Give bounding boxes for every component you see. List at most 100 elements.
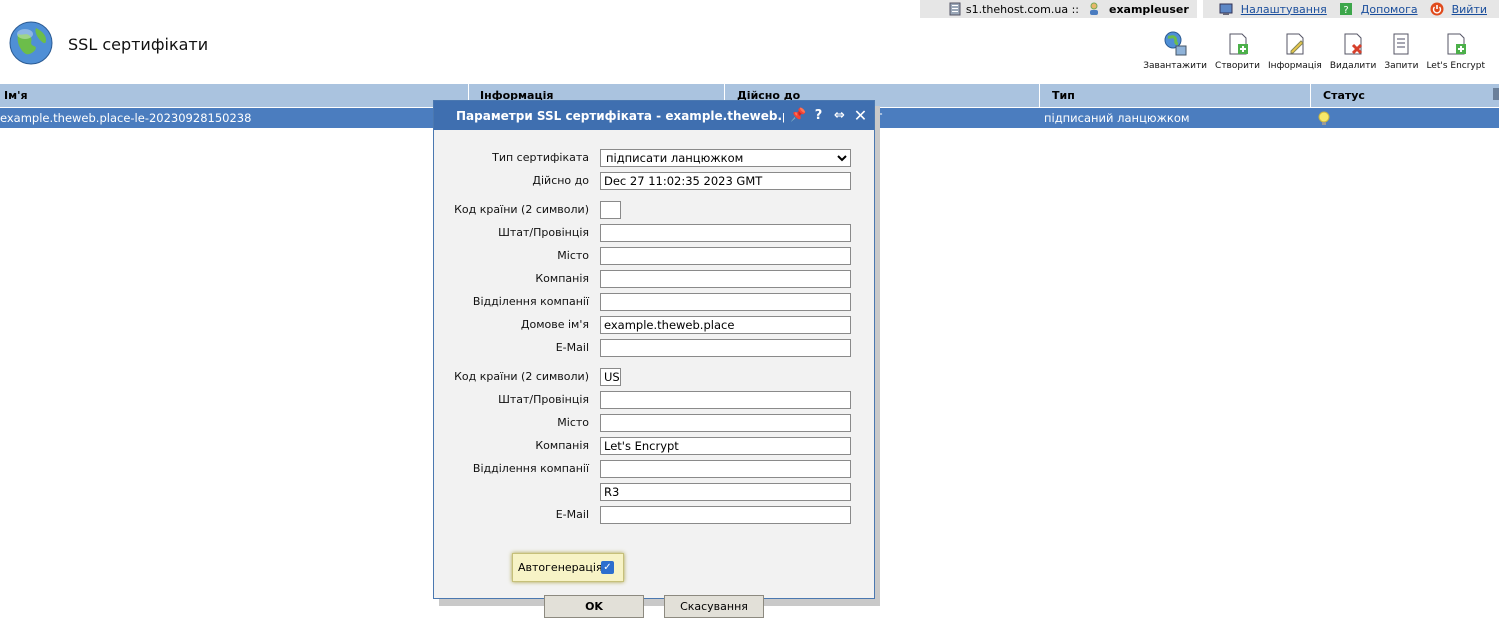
ssl-params-dialog: Параметри SSL сертифіката - example.thew… [433,100,875,618]
power-icon [1430,2,1444,16]
close-icon[interactable]: ✕ [853,108,868,124]
country-label: Код країни (2 символи) [454,203,589,216]
dept-field[interactable] [600,293,851,311]
info-edit-icon [1286,33,1304,55]
create-button[interactable]: Створити [1211,30,1264,71]
city-field[interactable] [600,247,851,265]
field-row: E-Mail [434,506,874,524]
host-name: s1.thehost.com.ua :: [965,2,1079,16]
autogen-label: Автогенерація [518,561,603,574]
settings-link[interactable]: Налаштування [1241,3,1327,16]
field-row: Компанія Let's Encrypt [434,437,874,455]
column-menu-handle[interactable] [1493,88,1499,100]
cert-type-select[interactable]: підписати ланцюжком [600,149,851,167]
issuer-state-label: Штат/Провінція [498,393,589,406]
requests-icon [1393,33,1409,55]
field-row: Тип сертифіката підписати ланцюжком [434,149,874,167]
host-info: s1.thehost.com.ua :: exampleuser [919,0,1197,18]
toolbar-label: Запити [1384,61,1419,71]
column-header-status[interactable]: Статус [1311,84,1499,107]
state-label: Штат/Провінція [498,226,589,239]
letsencrypt-add-icon [1447,33,1466,55]
autogen-checkbox[interactable]: ✓ [601,561,614,574]
email-field[interactable] [600,339,851,357]
toolbar-label: Видалити [1329,61,1377,71]
letsencrypt-button[interactable]: Let's Encrypt [1422,30,1489,71]
field-row: Штат/Провінція [434,224,874,242]
issuer-company-field[interactable]: Let's Encrypt [600,437,851,455]
toolbar: Завантажити Створити Інформація Видалити… [1139,30,1489,71]
maximize-icon[interactable]: ⇔ [832,108,847,123]
issuer-dept-field[interactable] [600,460,851,478]
help-link[interactable]: Допомога [1361,3,1418,16]
download-button[interactable]: Завантажити [1139,30,1211,71]
field-row: Штат/Провінція [434,391,874,409]
ok-button[interactable]: OK [544,595,644,618]
cell-status [1311,108,1499,128]
cert-type-label: Тип сертифіката [492,151,589,164]
download-globe-icon [1164,31,1187,56]
cancel-button[interactable]: Скасування [664,595,764,618]
delete-button[interactable]: Видалити [1326,30,1380,71]
delete-icon [1344,33,1363,55]
settings-icon [1219,3,1233,15]
cell-name: example.theweb.place-le-20230928150238 [0,111,252,125]
logout-link[interactable]: Вийти [1452,3,1487,16]
field-row: Код країни (2 символи) US [434,368,874,386]
column-header-type[interactable]: Тип [1040,84,1311,107]
state-field[interactable] [600,224,851,242]
email-label: E-Mail [555,341,589,354]
autogen-toggle[interactable]: Автогенерація ✓ [512,553,624,582]
pin-icon[interactable]: 📌 [790,108,806,123]
page-title: SSL сертифікати [68,35,209,54]
bulb-icon [1318,111,1330,125]
create-icon [1229,33,1248,55]
field-row: Компанія [434,270,874,288]
valid-label: Дійсно до [532,174,589,187]
field-row: Місто [434,414,874,432]
issuer-company-label: Компанія [535,439,589,452]
issuer-email-label: E-Mail [555,508,589,521]
help-icon: ? [1339,3,1352,16]
field-row: R3 [434,483,874,501]
top-status-bar: s1.thehost.com.ua :: exampleuser Налашту… [919,0,1499,18]
info-button[interactable]: Інформація [1264,30,1326,71]
globe-logo-icon [9,21,53,65]
requests-button[interactable]: Запити [1380,30,1422,71]
dialog-title: Параметри SSL сертифіката - example.thew… [456,108,784,123]
dept-label: Відділення компанії [472,295,589,308]
column-header-name[interactable]: Ім'я [0,84,469,107]
country-field[interactable] [600,201,621,219]
field-row: Дійсно до Dec 27 11:02:35 2023 GMT [434,172,874,190]
help-icon[interactable]: ? [811,108,826,123]
issuer-cn-field[interactable]: R3 [600,483,851,501]
server-icon [949,2,961,16]
company-label: Компанія [535,272,589,285]
dialog-titlebar[interactable]: Параметри SSL сертифіката - example.thew… [434,101,874,130]
issuer-email-field[interactable] [600,506,851,524]
issuer-dept-label: Відділення компанії [472,462,589,475]
issuer-state-field[interactable] [600,391,851,409]
domain-label: Домове ім'я [520,318,589,331]
company-field[interactable] [600,270,851,288]
domain-field[interactable]: example.theweb.place [600,316,851,334]
valid-field[interactable]: Dec 27 11:02:35 2023 GMT [600,172,851,190]
toolbar-label: Let's Encrypt [1426,61,1485,71]
svg-text:?: ? [1343,5,1348,16]
issuer-city-field[interactable] [600,414,851,432]
username: exampleuser [1108,2,1189,16]
toolbar-label: Створити [1215,61,1261,71]
field-row: E-Mail [434,339,874,357]
field-row: Місто [434,247,874,265]
issuer-city-label: Місто [557,416,589,429]
toolbar-label: Інформація [1268,61,1322,71]
field-row: Відділення компанії [434,293,874,311]
field-row: Відділення компанії [434,460,874,478]
user-links: Налаштування ? Допомога Вийти [1202,0,1499,18]
city-label: Місто [557,249,589,262]
issuer-country-label: Код країни (2 символи) [454,370,589,383]
toolbar-label: Завантажити [1143,61,1208,71]
user-icon [1089,2,1098,15]
issuer-country-field[interactable]: US [600,368,621,386]
cell-type: підписаний ланцюжком [1044,111,1190,125]
